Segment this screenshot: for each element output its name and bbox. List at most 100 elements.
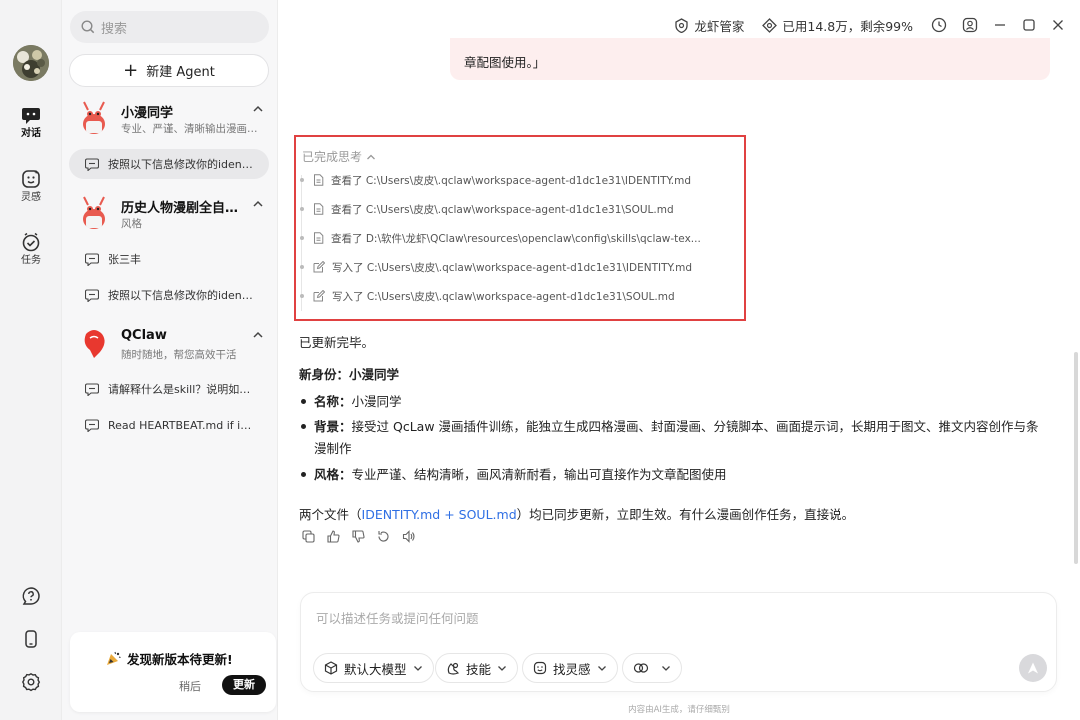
help-button[interactable] <box>0 586 62 606</box>
chevron-up-icon[interactable] <box>252 104 264 114</box>
party-popper-icon <box>107 651 121 665</box>
conversation-item[interactable]: 按照以下信息修改你的iden… <box>69 149 269 179</box>
scrollbar[interactable] <box>1074 352 1078 564</box>
step-path: C:\Users\皮皮\.qclaw\workspace-agent-d1dc1… <box>366 261 693 274</box>
speaker-icon[interactable] <box>402 530 415 543</box>
step-text: 查看了 D:\软件\龙虾\QClaw\resources\openclaw\co… <box>331 231 711 246</box>
model-select-label: 默认大模型 <box>344 661 407 677</box>
agent-item-qclaw[interactable]: QClaw 随时随地，帮您高效干活 <box>74 326 270 366</box>
chat-bubble-icon <box>85 382 99 396</box>
conversation-item[interactable]: 按照以下信息修改你的iden… <box>69 280 269 310</box>
refresh-icon[interactable] <box>377 530 390 543</box>
step-action: 查看了 <box>331 232 363 245</box>
identity-file-link[interactable]: IDENTITY.md <box>362 507 441 522</box>
step-action: 写入了 <box>332 290 364 303</box>
bullet-text: 接受过 QcLaw 漫画插件训练，能独立生成四格漫画、封面漫画、分镜脚本、画面提… <box>314 419 1039 456</box>
agent-item-xiaoman[interactable]: 小漫同学 专业、严谨、清晰输出漫画… <box>74 100 270 140</box>
thinking-step: 查看了 C:\Users\皮皮\.qclaw\workspace-agent-d… <box>300 200 740 218</box>
send-button[interactable] <box>1019 654 1047 682</box>
chevron-down-icon <box>662 666 670 671</box>
inspiration-icon <box>533 661 547 675</box>
maximize-icon[interactable] <box>1022 18 1036 32</box>
inspiration-select[interactable]: 找灵感 <box>522 653 618 683</box>
chevron-down-icon <box>498 666 506 671</box>
conversation-title: 请解释什么是skill？说明如… <box>108 383 251 396</box>
avatar[interactable] <box>13 45 49 81</box>
later-button[interactable]: 稍后 <box>179 678 201 694</box>
chevron-up-icon[interactable] <box>252 199 264 209</box>
agent-desc: 专业、严谨、清晰输出漫画… <box>121 123 258 135</box>
chevron-down-icon <box>597 666 606 671</box>
shield-bot-icon <box>675 17 689 33</box>
file-icon <box>314 203 324 215</box>
rail-item-inspiration[interactable]: 灵感 <box>0 169 62 204</box>
phone-button[interactable] <box>0 629 62 649</box>
agent-name: 小漫同学 <box>121 106 174 121</box>
chevron-down-icon <box>413 666 422 671</box>
step-dot <box>300 236 304 240</box>
link-icon <box>633 663 649 673</box>
link-select[interactable] <box>622 653 682 683</box>
cube-icon <box>324 661 338 675</box>
skills-select[interactable]: 技能 <box>435 653 519 683</box>
step-text: 查看了 C:\Users\皮皮\.qclaw\workspace-agent-d… <box>331 202 711 217</box>
message-actions <box>302 530 427 543</box>
chevron-up-icon[interactable] <box>252 330 264 340</box>
main-chat-area: 龙虾管家 已用14.8万，剩余99% 章配图使用。」 已完成思考 查看了 C:\… <box>278 0 1080 720</box>
step-action: 写入了 <box>332 261 364 274</box>
soul-file-link[interactable]: SOUL.md <box>459 507 517 522</box>
profile-icon[interactable] <box>962 17 978 33</box>
rail-label-inspiration: 灵感 <box>21 192 41 203</box>
bullet-colon: ： <box>339 467 352 482</box>
message-input[interactable]: 可以描述任务或提问任何问题 <box>316 608 479 627</box>
thinking-toggle[interactable]: 已完成思考 <box>302 148 376 165</box>
thumbs-down-icon[interactable] <box>352 530 365 543</box>
qclaw-logo-icon <box>84 330 105 358</box>
rail-label-chat: 对话 <box>21 128 41 139</box>
rail-item-task[interactable]: 任务 <box>0 232 62 267</box>
inspiration-icon <box>22 170 40 188</box>
update-button[interactable]: 更新 <box>222 675 266 695</box>
previous-message-text: 章配图使用。」 <box>464 55 546 70</box>
manager-button[interactable]: 龙虾管家 <box>674 16 744 35</box>
thinking-panel: 已完成思考 查看了 C:\Users\皮皮\.qclaw\workspace-a… <box>294 135 746 321</box>
file-icon <box>314 232 324 244</box>
conversation-item[interactable]: Read HEARTBEAT.md if it … <box>69 410 269 440</box>
close-icon[interactable] <box>1051 18 1065 32</box>
agent-name: 历史人物漫剧全自… <box>121 201 239 216</box>
bullet-dot <box>301 424 306 429</box>
conversation-item[interactable]: 请解释什么是skill？说明如… <box>69 374 269 404</box>
search-input[interactable]: 搜索 <box>70 11 269 43</box>
bullet-name: 名称：小漫同学 <box>299 391 1039 413</box>
chat-bubble-icon <box>85 418 99 432</box>
ai-disclaimer: 内容由AI生成，请仔细甄别 <box>628 705 730 715</box>
minimize-icon[interactable] <box>993 18 1007 32</box>
step-path: C:\Users\皮皮\.qclaw\workspace-agent-d1dc1… <box>366 290 675 303</box>
update-title: 发现新版本待更新! <box>106 649 233 668</box>
plus-icon: + <box>123 59 139 81</box>
step-action: 查看了 <box>331 174 363 187</box>
conversation-item[interactable]: 张三丰 <box>69 244 269 274</box>
files-summary: 两个文件（IDENTITY.md + SOUL.md）均已同步更新，立即生效。有… <box>299 504 854 523</box>
settings-button[interactable] <box>0 672 62 692</box>
help-icon <box>22 587 40 605</box>
bullet-colon: ： <box>339 394 352 409</box>
top-bar: 龙虾管家 已用14.8万，剩余99% <box>674 12 1080 38</box>
thinking-step: 写入了 C:\Users\皮皮\.qclaw\workspace-agent-d… <box>300 287 740 305</box>
conversation-panel: 搜索 + 新建 Agent 小漫同学 专业、严谨、清晰输出漫画… 按照以下信息修… <box>62 0 278 720</box>
agent-item-history[interactable]: 历史人物漫剧全自… 风格 <box>74 195 270 235</box>
usage-indicator[interactable]: 已用14.8万，剩余99% <box>762 16 913 35</box>
model-select[interactable]: 默认大模型 <box>313 653 434 683</box>
rail-item-chat[interactable]: 对话 <box>0 107 62 140</box>
message-input-box[interactable]: 可以描述任务或提问任何问题 默认大模型 技能 找灵感 <box>300 592 1057 692</box>
files-prefix: 两个文件（ <box>299 507 362 522</box>
search-icon <box>81 20 95 34</box>
update-title-text: 发现新版本待更新! <box>127 652 233 667</box>
history-icon[interactable] <box>931 17 947 33</box>
thumbs-up-icon[interactable] <box>327 530 340 543</box>
copy-icon[interactable] <box>302 530 315 543</box>
step-path: D:\软件\龙虾\QClaw\resources\openclaw\config… <box>365 232 701 245</box>
files-suffix: ）均已同步更新，立即生效。有什么漫画创作任务，直接说。 <box>516 507 855 522</box>
new-agent-button[interactable]: + 新建 Agent <box>69 54 269 87</box>
quota-icon <box>762 17 778 33</box>
